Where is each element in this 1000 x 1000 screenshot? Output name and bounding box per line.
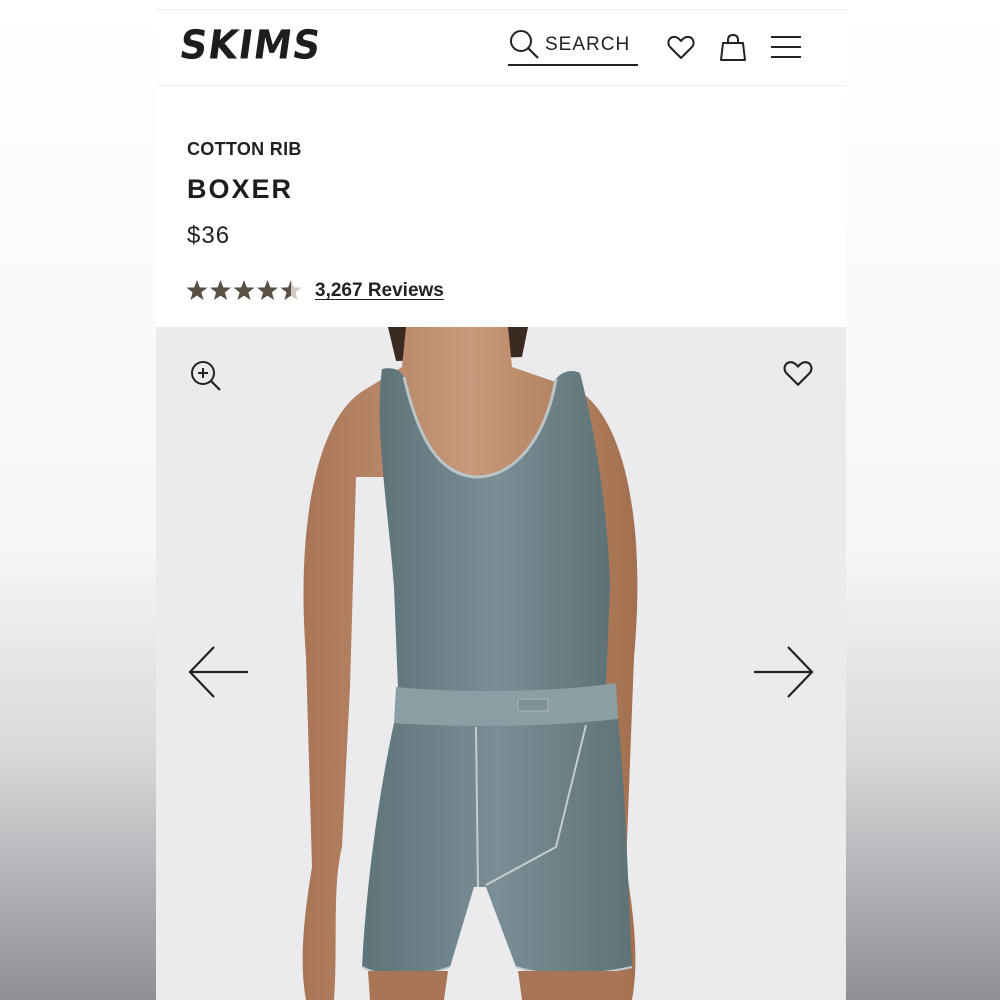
star-rating[interactable]	[186, 277, 302, 303]
site-header: SKIMS SEARCH	[156, 10, 846, 86]
reviews-link[interactable]: 3,267 Reviews	[315, 280, 444, 302]
heart-icon[interactable]	[666, 32, 696, 62]
star-icon	[210, 280, 231, 300]
menu-icon[interactable]	[770, 32, 802, 62]
star-icon	[233, 280, 255, 300]
product-photo	[302, 327, 638, 1000]
product-price: $36	[187, 222, 231, 249]
arrow-left-icon[interactable]	[188, 645, 250, 699]
product-image-gallery[interactable]	[156, 327, 846, 1000]
zoom-in-icon[interactable]	[190, 360, 222, 392]
search-label: SEARCH	[545, 34, 631, 55]
wishlist-heart-icon[interactable]	[782, 357, 814, 389]
product-title: BOXER	[187, 174, 294, 204]
page-frame: SKIMS SEARCH COTTON RIB BOXER $36 3,267 …	[156, 0, 846, 1000]
brand-logo[interactable]: SKIMS	[177, 22, 325, 68]
star-icon	[186, 280, 208, 300]
product-info: COTTON RIB BOXER $36 3,267 Reviews	[156, 86, 846, 326]
arrow-right-icon[interactable]	[752, 645, 814, 699]
search-icon	[510, 30, 539, 59]
bag-icon[interactable]	[718, 32, 748, 62]
half-star-icon	[280, 280, 302, 300]
star-icon	[257, 280, 278, 300]
search-button[interactable]: SEARCH	[508, 28, 638, 66]
product-collection: COTTON RIB	[187, 139, 302, 159]
